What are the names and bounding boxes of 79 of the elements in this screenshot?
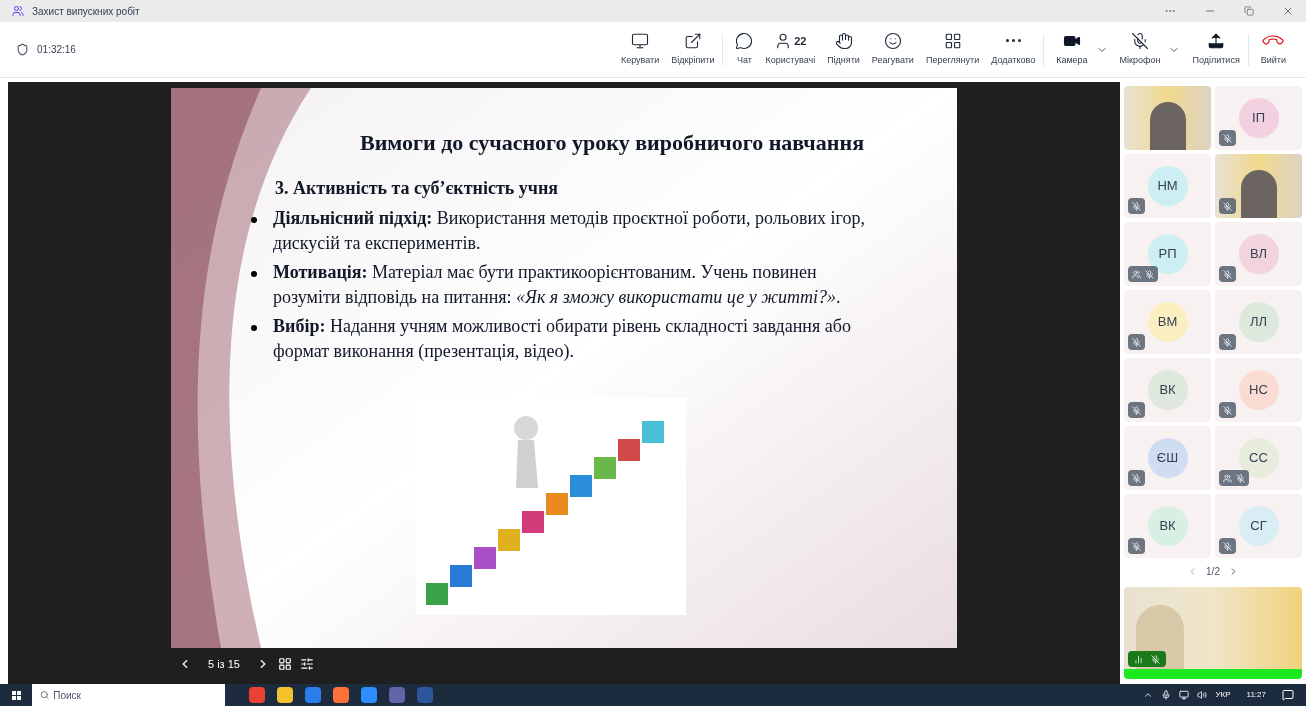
participant-tile[interactable]: ЛЛ <box>1215 290 1302 354</box>
participant-tile[interactable]: ВК <box>1124 494 1211 558</box>
avatar-initials: ІП <box>1238 98 1279 138</box>
monitor-icon <box>631 31 650 50</box>
participant-tile[interactable]: СГ <box>1215 494 1302 558</box>
search-field[interactable]: Поиск <box>32 684 225 706</box>
toolbar-button[interactable]: Підняти <box>823 25 864 74</box>
avatar-initials: ЛЛ <box>1238 302 1279 342</box>
participant-tile[interactable]: ЄШ <box>1124 426 1211 490</box>
participant-tile[interactable]: РП <box>1124 222 1211 286</box>
taskbar-app-icon[interactable] <box>389 687 405 703</box>
hand-icon <box>834 31 853 50</box>
bullet-icon <box>251 217 257 223</box>
toolbar-button[interactable]: Мікрофон <box>1115 25 1165 74</box>
participant-tile[interactable]: НМ <box>1124 154 1211 218</box>
search-input[interactable]: Поиск <box>53 687 217 703</box>
restore-icon[interactable] <box>1244 6 1254 16</box>
taskbar-app-icon[interactable] <box>305 687 321 703</box>
slide-subtitle: 3. Активність та суб’єктність учня <box>275 177 560 200</box>
toolbar-button[interactable]: Реагувати <box>867 25 918 74</box>
participant-tile[interactable]: НС <box>1215 358 1302 422</box>
page-counter: 1/2 <box>1206 565 1220 579</box>
participant-tile[interactable]: ВЛ <box>1215 222 1302 286</box>
grid-icon <box>943 31 962 50</box>
toolbar-button[interactable]: Вийти <box>1256 25 1290 74</box>
participant-tile[interactable]: ВК <box>1124 358 1211 422</box>
bullet-icon <box>251 271 257 277</box>
toolbar-button[interactable]: Відкріпити <box>667 25 719 74</box>
close-icon[interactable] <box>1282 5 1294 17</box>
toolbar-button[interactable]: 22 Користувачі <box>761 25 820 74</box>
chevron-up-icon[interactable] <box>1143 690 1154 700</box>
bullet-text: Мотивація: Матеріал має бути практикоорієнтованим. Учень повинен розуміти відповідь на питання: «Як я зможу використати це у житті?». <box>273 261 842 309</box>
meeting-timer: 01:32:16 <box>37 43 76 57</box>
app-icon <box>12 5 24 17</box>
monitor-icon[interactable] <box>1179 690 1190 700</box>
sliders-icon[interactable] <box>299 657 314 672</box>
taskbar-app-icon[interactable] <box>277 687 293 703</box>
participant-tile[interactable]: СС <box>1215 426 1302 490</box>
avatar-initials: ЄШ <box>1147 438 1188 478</box>
mic-icon[interactable] <box>1161 690 1172 700</box>
notifications-icon[interactable] <box>1282 689 1294 701</box>
avatar-initials: ВК <box>1147 370 1188 410</box>
avatar-initials: СГ <box>1238 506 1279 546</box>
toolbar-button[interactable]: Поділитися <box>1188 25 1244 74</box>
slide-title: Вимоги до сучасного уроку виробничого навчання <box>358 129 866 157</box>
toolbar-button[interactable]: Камера <box>1052 25 1092 74</box>
taskbar-app-icon[interactable] <box>333 687 349 703</box>
avatar-initials: НМ <box>1147 166 1188 206</box>
participant-tile[interactable]: ІП <box>1215 86 1302 150</box>
toolbar-button[interactable]: Додатково <box>987 25 1040 74</box>
toolbar-button[interactable]: Чат <box>731 25 758 74</box>
search-icon <box>40 690 50 700</box>
grid-icon[interactable] <box>277 657 292 672</box>
smile-icon <box>883 31 902 50</box>
toolbar-button[interactable]: Керувати <box>616 25 664 74</box>
avatar-initials: РП <box>1147 234 1188 274</box>
signal-icon <box>1134 654 1143 664</box>
avatar-initials: НС <box>1238 370 1279 410</box>
window-title: Захист випускних робіт <box>32 4 140 19</box>
clock[interactable]: 11:27 <box>1246 689 1266 701</box>
avatar-initials: ВК <box>1147 506 1188 546</box>
avatar-initials: ВЛ <box>1238 234 1279 274</box>
bullet-icon <box>251 325 257 331</box>
popout-icon <box>683 31 702 50</box>
bullet-text: Діяльнісний підхід: Використання методів проєктної роботи, рольових ігор, дискусій та експериментів. <box>273 207 866 255</box>
toolbar-button[interactable]: Переглянути <box>921 25 984 74</box>
taskbar-app-icon[interactable] <box>361 687 377 703</box>
taskbar-app-icon[interactable] <box>249 687 265 703</box>
avatar-initials: СС <box>1238 438 1279 478</box>
more-icon <box>1005 39 1021 43</box>
avatar-initials: ВМ <box>1147 302 1188 342</box>
language-indicator[interactable]: УКР <box>1215 689 1231 701</box>
upload-icon <box>1207 31 1226 50</box>
slide-counter: 5 із 15 <box>208 657 240 672</box>
participant-tile[interactable]: ВМ <box>1124 290 1211 354</box>
shield-icon <box>16 43 29 56</box>
chat-icon <box>735 31 754 50</box>
bullet-text: Вибір: Надання учням можливості обирати рівень складності завдання або формат виконання (презентація, відео). <box>273 315 852 363</box>
speaker-icon[interactable] <box>1197 690 1208 700</box>
